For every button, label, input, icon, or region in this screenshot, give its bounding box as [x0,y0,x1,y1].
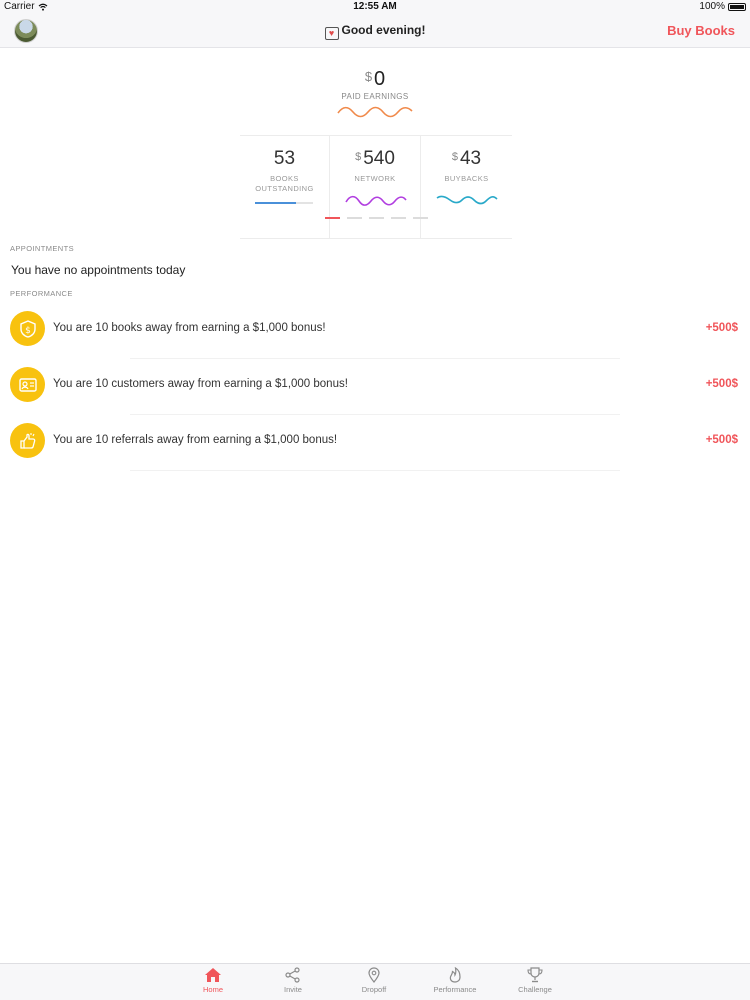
stat-number: 540 [363,148,395,169]
stat-value: $43 [421,148,512,170]
currency-symbol: $ [355,151,362,163]
performance-item[interactable]: $ You are 10 books away from earning a $… [0,311,750,367]
flame-icon [449,967,461,983]
stat-label: BOOKS OUTSTANDING [240,174,329,194]
bonus-amount: +500$ [705,434,738,446]
tab-bar: Home Invite Dropoff Performance Challeng… [0,963,750,1000]
performance-text: You are 10 customers away from earning a… [53,378,348,390]
status-bar: Carrier 12:55 AM 100% [0,0,750,14]
stat-value: 53 [240,148,329,170]
performance-header: PERFORMANCE [10,289,73,298]
performance-item[interactable]: You are 10 customers away from earning a… [0,367,750,423]
books-progress-fill [255,202,296,204]
paid-earnings-sparkline [337,106,413,118]
stat-number: 43 [459,148,482,169]
appointments-header: APPOINTMENTS [10,244,74,253]
paid-earnings: $0 PAID EARNINGS [0,68,750,101]
dollar-shield-icon: $ [10,311,45,346]
tab-dropoff[interactable]: Dropoff [344,967,404,994]
location-pin-icon [368,967,380,983]
currency-symbol: $ [364,69,373,84]
stat-label: BUYBACKS [444,174,489,183]
buybacks-sparkline [436,195,498,205]
page-indicator[interactable] [325,217,428,219]
books-progress-bar [255,202,313,204]
tab-challenge[interactable]: Challenge [505,967,565,994]
stat-books-outstanding[interactable]: 53 BOOKS OUTSTANDING [240,136,329,239]
stats-carousel[interactable]: 53 BOOKS OUTSTANDING $540 NETWORK $43 BUY… [240,135,512,239]
tab-home[interactable]: Home [183,967,243,994]
tab-label: Invite [284,985,302,994]
page-dot[interactable] [369,217,384,219]
trophy-icon [527,967,543,983]
stat-label-line: BOOKS [270,174,299,183]
nav-bar: ♥ Good evening! Buy Books [0,14,750,48]
performance-item[interactable]: You are 10 referrals away from earning a… [0,423,750,479]
tab-performance[interactable]: Performance [425,967,485,994]
battery-icon [728,2,746,11]
stat-buybacks[interactable]: $43 BUYBACKS [421,136,512,239]
tab-invite[interactable]: Invite [263,967,323,994]
paid-earnings-value: $0 [0,68,750,91]
share-icon [285,967,300,983]
bonus-amount: +500$ [705,322,738,334]
greeting: ♥ Good evening! [0,23,750,40]
stat-label: NETWORK [354,174,396,183]
performance-text: You are 10 referrals away from earning a… [53,434,338,446]
clock: 12:55 AM [353,1,397,12]
page-dot[interactable] [347,217,362,219]
svg-text:$: $ [25,326,31,336]
paid-earnings-amount: 0 [374,68,386,90]
stat-number: 53 [273,148,296,169]
home-icon [205,968,221,982]
paid-earnings-label: PAID EARNINGS [341,92,409,101]
stat-value: $540 [330,148,420,170]
divider [130,414,620,415]
tab-label: Dropoff [361,985,387,994]
tab-label: Challenge [518,985,552,994]
tab-label: Performance [433,985,477,994]
battery-label: 100% [699,1,725,12]
buy-books-button[interactable]: Buy Books [667,23,735,38]
tab-label: Home [202,985,223,994]
heart-message-icon: ♥ [324,27,339,40]
page-dot[interactable] [391,217,406,219]
thumbs-up-icon [10,423,45,458]
divider [130,358,620,359]
no-appointments-text: You have no appointments today [11,263,186,277]
page-dot[interactable] [325,217,340,219]
divider [130,470,620,471]
stat-network[interactable]: $540 NETWORK [329,136,421,239]
bonus-amount: +500$ [705,378,738,390]
id-card-icon [10,367,45,402]
greeting-text: Good evening! [341,23,426,37]
stat-label-line: OUTSTANDING [255,184,314,193]
performance-text: You are 10 books away from earning a $1,… [53,322,326,334]
network-sparkline [345,195,407,206]
currency-symbol: $ [451,151,458,163]
page-dot[interactable] [413,217,428,219]
battery-indicator: 100% [699,1,746,12]
